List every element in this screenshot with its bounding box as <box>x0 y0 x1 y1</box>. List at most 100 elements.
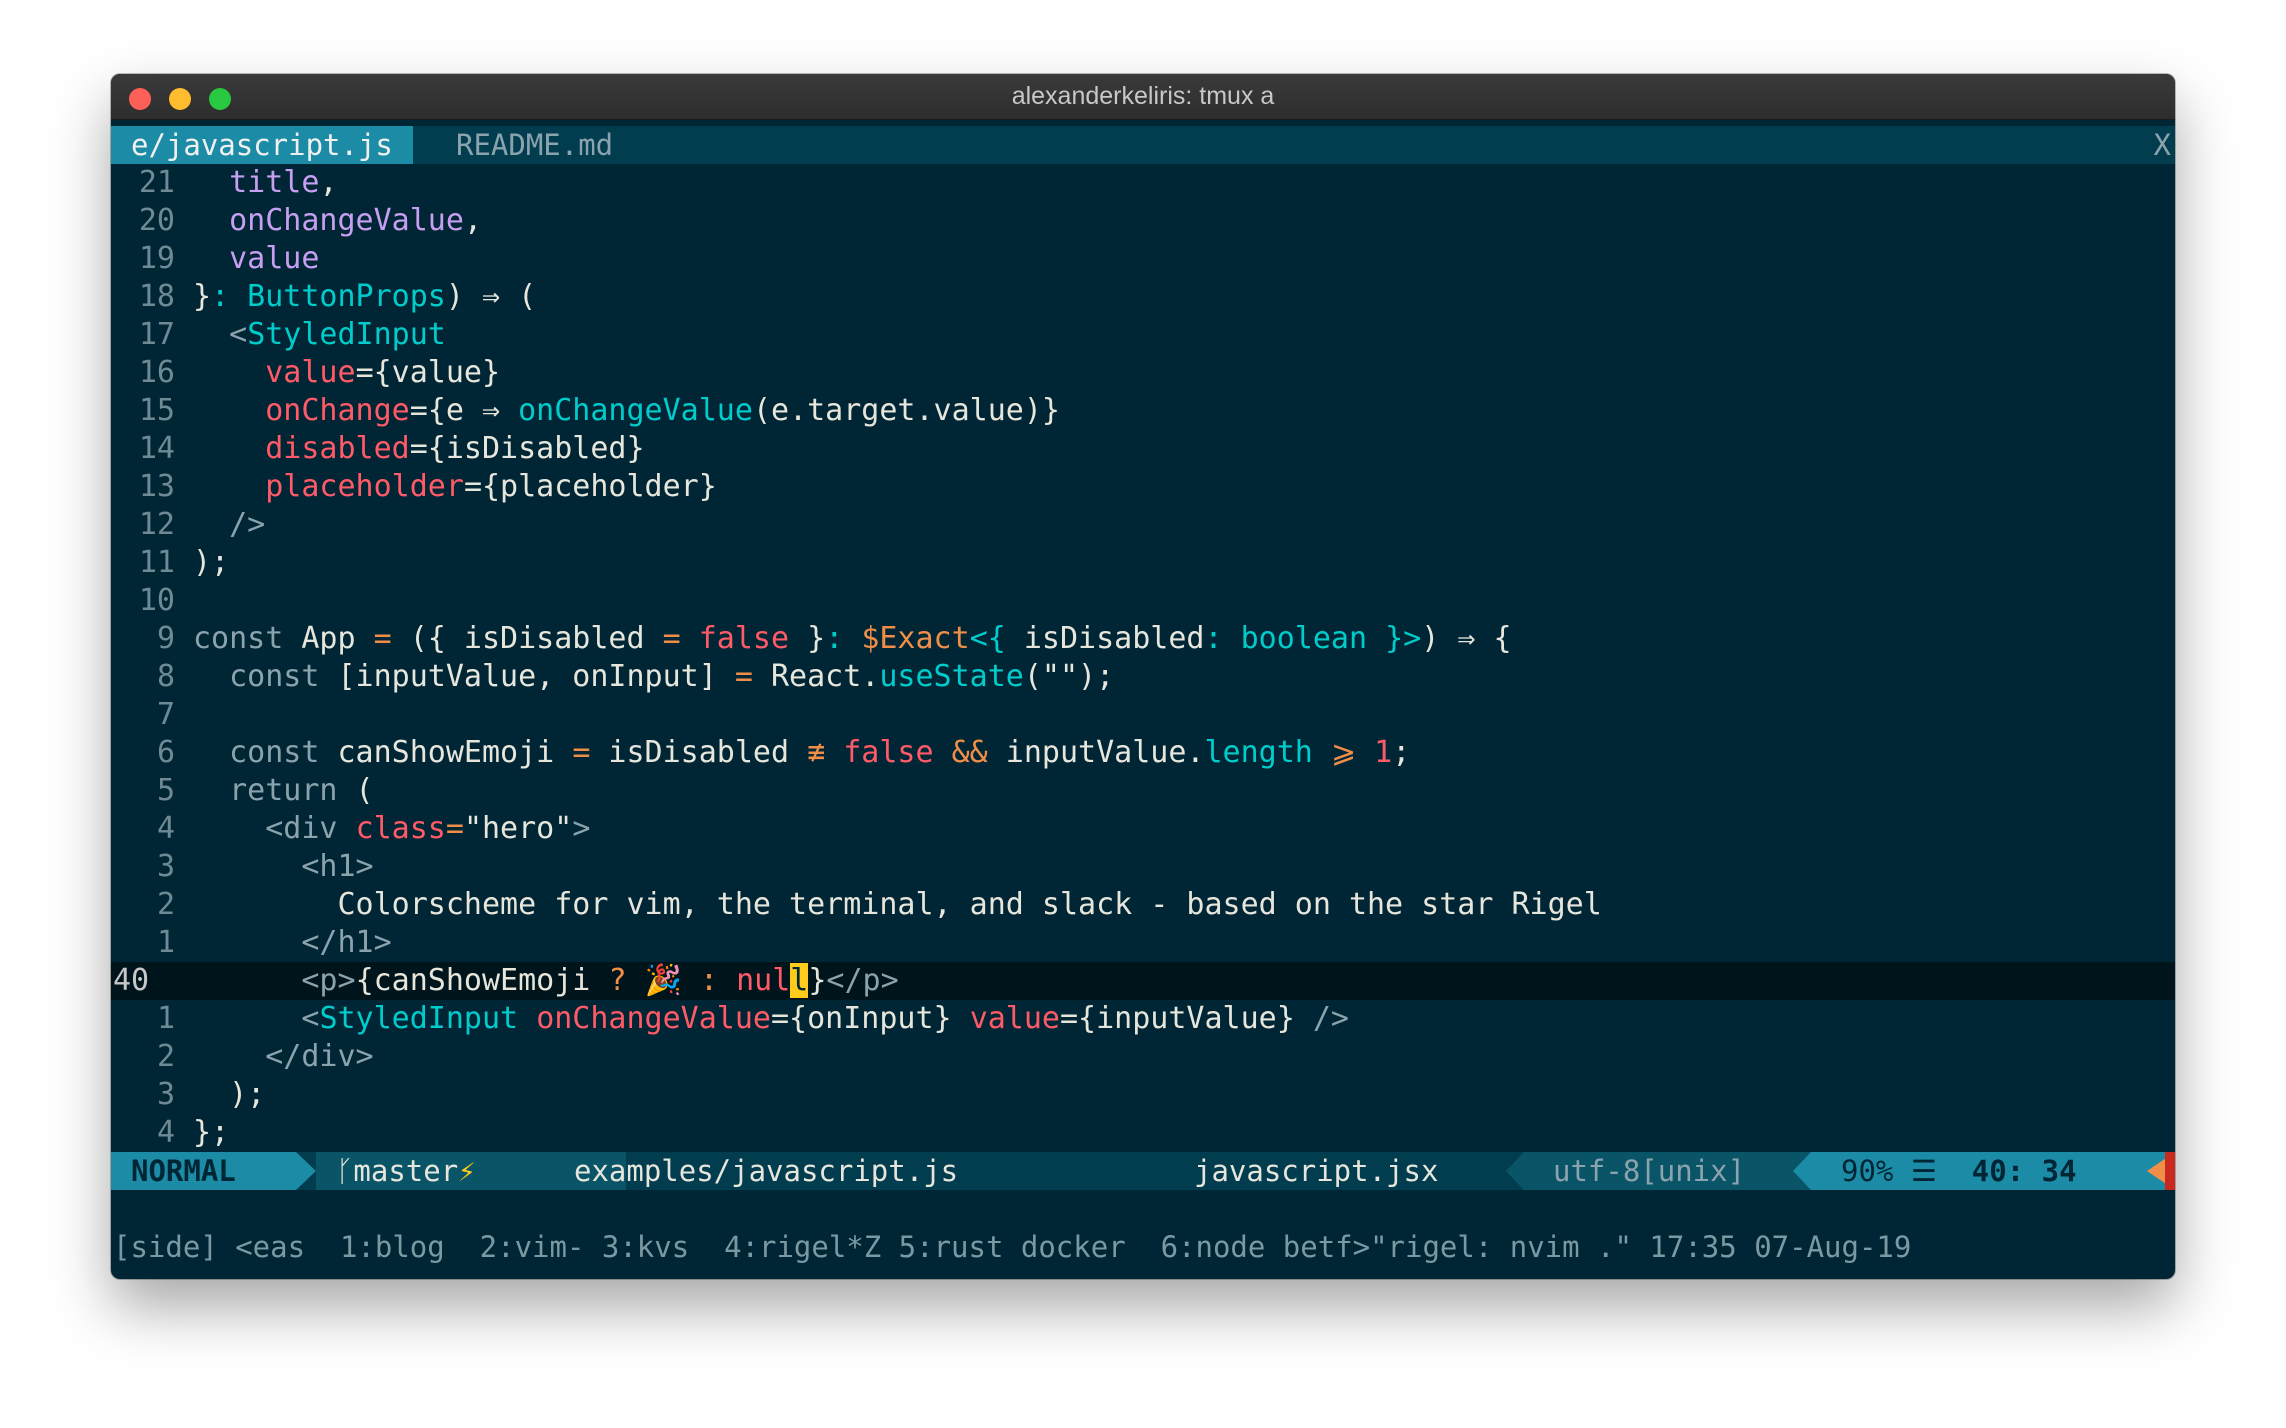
mode-indicator: NORMAL <box>111 1152 296 1190</box>
code-line[interactable]: 20 onChangeValue, <box>111 202 2175 240</box>
scroll-percent: 90% <box>1841 1154 1894 1188</box>
line-number: 10 <box>138 583 175 618</box>
line-number: 2 <box>156 887 175 922</box>
line-text: onChangeValue, <box>229 203 482 238</box>
line-text: ); <box>193 545 230 580</box>
line-number: 9 <box>156 621 175 656</box>
line-text: value <box>229 241 320 276</box>
code-line[interactable]: 6 const canShowEmoji = isDisabled ≢ fals… <box>111 734 2175 772</box>
line-text: const [inputValue, onInput] = React.useS… <box>229 659 1115 694</box>
code-line[interactable]: 7 <box>111 696 2175 734</box>
git-branch-name: master <box>353 1154 459 1188</box>
current-file-path: examples/javascript.js <box>574 1154 959 1188</box>
line-text: </div> <box>265 1039 374 1074</box>
line-number: 7 <box>156 697 175 732</box>
line-text: disabled={isDisabled} <box>265 431 645 466</box>
code-line[interactable]: 4}; <box>111 1114 2175 1152</box>
line-text: <h1> <box>301 849 374 884</box>
line-number: 11 <box>138 545 175 580</box>
tab-readme[interactable]: README.md <box>436 126 633 164</box>
code-line[interactable]: 2 </div> <box>111 1038 2175 1076</box>
line-text: Colorscheme for vim, the terminal, and s… <box>193 887 1602 922</box>
line-text: value={value} <box>265 355 501 390</box>
code-line[interactable]: 14 disabled={isDisabled} <box>111 430 2175 468</box>
code-line[interactable]: 3 ); <box>111 1076 2175 1114</box>
warning-segment <box>2165 1152 2175 1190</box>
line-number: 18 <box>138 279 175 314</box>
code-line[interactable]: 1 </h1> <box>111 924 2175 962</box>
vim-tabline: e/javascript.js README.md X <box>111 126 2175 164</box>
line-number: 20 <box>138 203 175 238</box>
line-number: 6 <box>156 735 175 770</box>
vim-statusline: NORMAL ᚴmaster⚡ examples/javascript.js j… <box>111 1152 2175 1190</box>
line-text: }; <box>193 1115 230 1150</box>
code-line[interactable]: 13 placeholder={placeholder} <box>111 468 2175 506</box>
line-text: <StyledInput onChangeValue={onInput} val… <box>301 1001 1349 1036</box>
lines-icon: ☰ <box>1910 1154 1937 1188</box>
code-line[interactable]: 2 Colorscheme for vim, the terminal, and… <box>111 886 2175 924</box>
line-number: 2 <box>156 1039 175 1074</box>
line-number: 3 <box>156 1077 175 1112</box>
line-number: 14 <box>138 431 175 466</box>
close-tab-button[interactable]: X <box>2154 126 2171 164</box>
line-text: const App = ({ isDisabled = false }: $Ex… <box>193 621 1512 656</box>
git-branch-icon: ᚴ <box>336 1154 354 1188</box>
title-bar: alexanderkeliris: tmux a <box>111 74 2175 120</box>
terminal-window: alexanderkeliris: tmux a e/javascript.js… <box>111 74 2175 1279</box>
line-number: 1 <box>156 1001 175 1036</box>
code-line[interactable]: 3 <h1> <box>111 848 2175 886</box>
line-number: 19 <box>138 241 175 276</box>
file-position: 90% ☰ 40: 34 <box>1811 1152 2175 1190</box>
tab-javascript[interactable]: e/javascript.js <box>111 126 413 164</box>
line-text: const canShowEmoji = isDisabled ≢ false … <box>229 735 1411 770</box>
powerline-separator <box>1506 1152 1524 1190</box>
line-text: title, <box>229 165 338 200</box>
line-text: </h1> <box>301 925 392 960</box>
window-title: alexanderkeliris: tmux a <box>1011 82 1275 110</box>
code-editor[interactable]: 21 title, 20 onChangeValue, 19 value 18}: B… <box>111 164 2175 1152</box>
code-line[interactable]: 8 const [inputValue, onInput] = React.us… <box>111 658 2175 696</box>
line-text: <div class="hero"> <box>265 811 591 846</box>
powerline-separator <box>1793 1152 1811 1190</box>
line-number: 13 <box>138 469 175 504</box>
line-number: 4 <box>156 1115 175 1150</box>
tmux-status-bar: [side] <eas 1:blog 2:vim- 3:kvs 4:rigel*… <box>113 1230 1912 1264</box>
lightning-icon: ⚡ <box>458 1154 476 1188</box>
line-number: 8 <box>156 659 175 694</box>
code-line[interactable]: 19 value <box>111 240 2175 278</box>
line-number: 1 <box>156 925 175 960</box>
line-text: /> <box>229 507 266 542</box>
code-line[interactable]: 16 value={value} <box>111 354 2175 392</box>
line-text: onChange={e ⇒ onChangeValue(e.target.val… <box>265 393 1060 428</box>
line-number: 4 <box>156 811 175 846</box>
line-text: return ( <box>229 773 374 808</box>
line-number: 15 <box>138 393 175 428</box>
code-line[interactable]: 10 <box>111 582 2175 620</box>
code-line[interactable]: 9 const App = ({ isDisabled = false }: $E… <box>111 620 2175 658</box>
code-line[interactable]: 11); <box>111 544 2175 582</box>
line-number: 16 <box>138 355 175 390</box>
code-line[interactable]: 12 /> <box>111 506 2175 544</box>
powerline-separator <box>541 1152 561 1190</box>
line-text: ); <box>193 1077 266 1112</box>
line-number: 5 <box>156 773 175 808</box>
code-line[interactable]: 4 <div class="hero"> <box>111 810 2175 848</box>
cursor-position: 40: 34 <box>1971 1154 2077 1188</box>
line-text: <p>{canShowEmoji ? 🎉 : null}</p> <box>301 963 899 998</box>
line-text: }: ButtonProps) ⇒ ( <box>193 279 537 314</box>
code-line[interactable]: 1 <StyledInput onChangeValue={onInput} v… <box>111 1000 2175 1038</box>
current-code-line[interactable]: 40 <p>{canShowEmoji ? 🎉 : null}</p> <box>111 962 2175 1000</box>
line-number: 12 <box>138 507 175 542</box>
filetype: javascript.jsx <box>1194 1154 1439 1188</box>
code-line[interactable]: 15 onChange={e ⇒ onChangeValue(e.target.… <box>111 392 2175 430</box>
line-number: 3 <box>156 849 175 884</box>
code-line[interactable]: 17 <StyledInput <box>111 316 2175 354</box>
line-number: 21 <box>138 165 175 200</box>
code-line[interactable]: 21 title, <box>111 164 2175 202</box>
line-number: 17 <box>138 317 175 352</box>
line-number: 40 <box>113 963 150 998</box>
powerline-separator <box>296 1152 316 1190</box>
line-text: placeholder={placeholder} <box>265 469 717 504</box>
code-line[interactable]: 5 return ( <box>111 772 2175 810</box>
code-line[interactable]: 18 }: ButtonProps) ⇒ ( <box>111 278 2175 316</box>
